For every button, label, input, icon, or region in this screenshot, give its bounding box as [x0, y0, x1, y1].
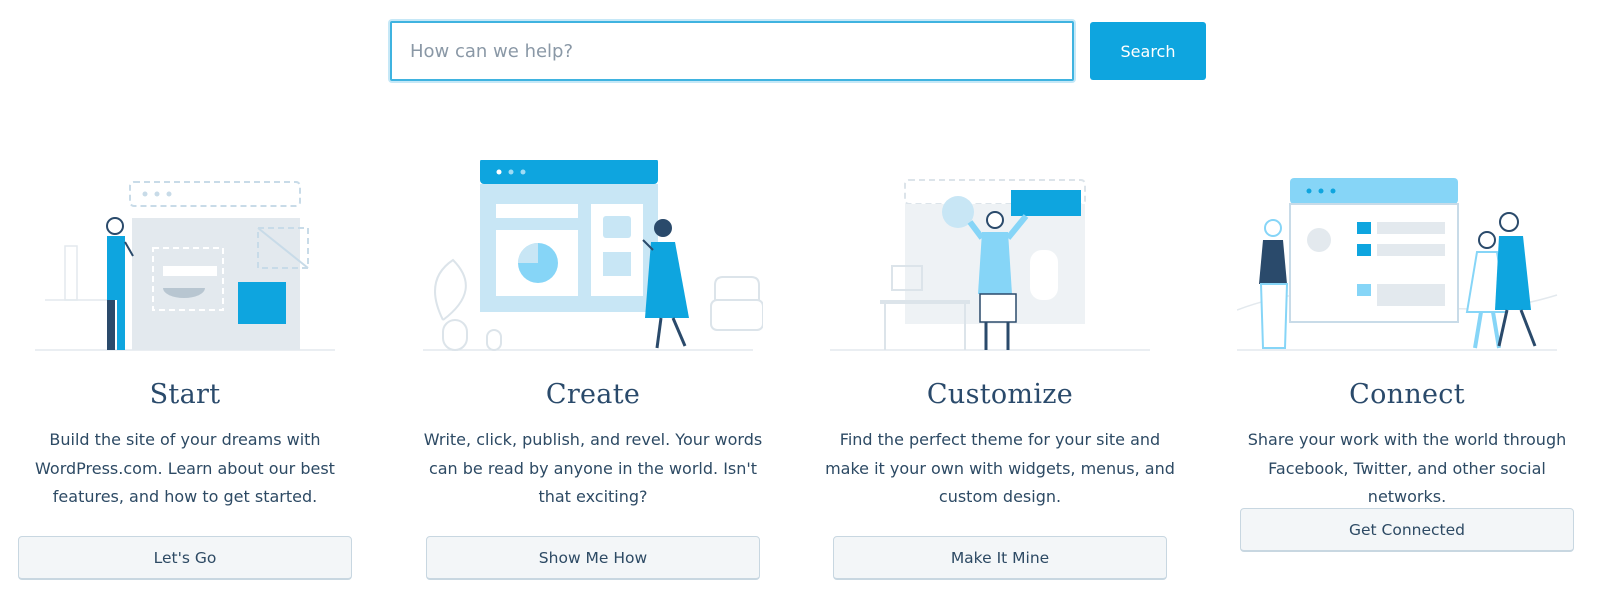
card-create: Create Write, click, publish, and revel.…: [408, 160, 778, 600]
lets-go-button[interactable]: Let's Go: [18, 536, 352, 580]
person-customizing-website-illustration: [830, 179, 1150, 351]
make-it-mine-button[interactable]: Make It Mine: [833, 536, 1167, 580]
person-building-website-illustration: [35, 181, 335, 351]
search-input[interactable]: [390, 21, 1074, 81]
search-button[interactable]: Search: [1090, 22, 1206, 80]
card-title: Connect: [1349, 379, 1465, 410]
help-page: Search Start Build the site of your drea…: [0, 0, 1600, 605]
card-start: Start Build the site of your dreams with…: [0, 160, 370, 600]
get-connected-button[interactable]: Get Connected: [1240, 508, 1574, 552]
card-description: Find the perfect theme for your site and…: [825, 430, 1175, 506]
people-connecting-illustration: [1237, 178, 1558, 351]
search-bar: Search: [390, 21, 1206, 81]
card-description: Share your work with the world through F…: [1247, 430, 1567, 506]
card-description: Build the site of your dreams with WordP…: [35, 430, 335, 506]
card-title: Customize: [926, 379, 1074, 410]
woman-with-website-illustration: [423, 160, 763, 351]
card-connect: Connect Share your work with the world t…: [1222, 160, 1592, 600]
show-me-how-button[interactable]: Show Me How: [426, 536, 760, 580]
card-title: Start: [149, 379, 221, 410]
card-customize: Customize Find the perfect theme for you…: [815, 160, 1185, 600]
card-title: Create: [545, 379, 641, 410]
card-description: Write, click, publish, and revel. Your w…: [423, 430, 763, 506]
